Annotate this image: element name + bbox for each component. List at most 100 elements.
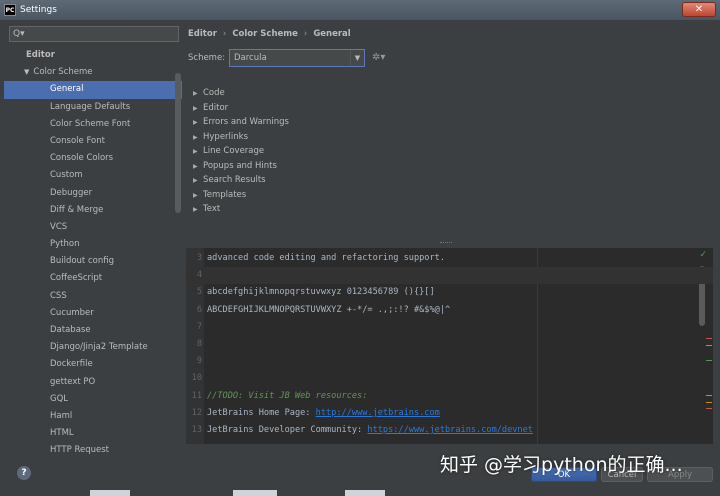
search-input[interactable]: Q▾ [9, 26, 179, 42]
tree-item-label: gettext PO [50, 376, 96, 387]
tree-item[interactable]: Python [4, 236, 182, 253]
tree-item[interactable]: Diff & Merge [4, 202, 182, 219]
tree-item[interactable]: CoffeeScript [4, 270, 182, 287]
tree-item-label: Haml [50, 410, 73, 421]
code-line: 11 //TODO: Visit JB Web resources: [186, 388, 713, 405]
code-line: 3 advanced code editing and refactoring s… [186, 250, 713, 267]
category-item[interactable]: ▶ Templates [193, 188, 289, 203]
watermark: 知乎 @学习python的正确... [440, 454, 683, 476]
tree-item[interactable]: ▼ Color Scheme [4, 64, 182, 81]
tree-item[interactable]: GQL [4, 391, 182, 408]
line-number: 13 [191, 425, 202, 435]
category-label: Hyperlinks [203, 131, 249, 142]
tree-item[interactable]: Color Scheme Font [4, 116, 182, 133]
category-label: Text [203, 204, 221, 214]
hyperlink[interactable]: http://www.jetbrains.com [316, 408, 440, 418]
line-number: 8 [196, 339, 202, 349]
tree-item-label: General [50, 84, 84, 95]
line-number: 12 [191, 407, 202, 418]
expand-triangle-icon: ▶ [193, 177, 198, 184]
tree-item-label: Console Font [50, 135, 105, 146]
tree-item[interactable]: Console Colors [4, 150, 182, 167]
tree-item[interactable]: Dockerfile [4, 356, 182, 373]
code-content: advanced code editing and refactoring su… [207, 253, 445, 263]
tree-item-label: Python [50, 239, 80, 250]
tree-item[interactable]: HTTP Request [4, 442, 182, 456]
taskbar-fragment [233, 490, 277, 496]
code-text: JetBrains Home Page: http://www.jetbrain… [207, 405, 440, 422]
category-label: Search Results [203, 175, 266, 185]
category-item[interactable]: ▶ Text [193, 202, 289, 217]
expand-triangle-icon: ▶ [193, 104, 198, 112]
tree-item[interactable]: VCS [4, 219, 182, 236]
expand-triangle-icon: ▶ [193, 148, 198, 155]
settings-sidebar: Q▾ Editor ▼ Color Scheme General Language De… [4, 23, 182, 456]
code-line: 12 JetBrains Home Page: http://www.jetbra… [186, 405, 713, 422]
gear-icon[interactable]: ✲▾ [372, 52, 385, 63]
tree-item-label: CSS [50, 290, 67, 301]
line-number: 5 [196, 287, 202, 298]
line-number: 9 [196, 356, 202, 367]
code-line: 7 [186, 319, 713, 336]
breadcrumb-general: General [313, 29, 351, 39]
category-label: Editor [203, 102, 229, 113]
sidebar-scrollbar[interactable] [175, 73, 181, 213]
category-item[interactable]: ▶ Line Coverage [193, 144, 289, 159]
tree-item-label: Language Defaults [50, 101, 131, 112]
tree-item-label: Django/Jinja2 Template [50, 342, 148, 353]
expand-caret-icon[interactable]: ▼ [24, 64, 29, 81]
code-text: abcdefghijklmnopqrstuvwxyz 0123456789 ()… [207, 284, 435, 301]
code-content: JetBrains Home Page: [207, 407, 316, 418]
splitter-handle[interactable] [440, 242, 452, 245]
title-bar: PC Settings ✕ [0, 0, 720, 20]
category-item[interactable]: ▶ Popups and Hints [193, 159, 289, 174]
code-line: 10 [186, 370, 713, 387]
tree-item[interactable]: Console Font [4, 133, 182, 150]
category-item[interactable]: ▶ Errors and Warnings [193, 115, 289, 130]
close-button[interactable]: ✕ [682, 2, 716, 17]
expand-triangle-icon: ▶ [193, 206, 198, 213]
category-item[interactable]: ▶ Search Results [193, 173, 289, 188]
tree-item[interactable]: Editor [4, 47, 182, 64]
category-item[interactable]: ▶ Editor [193, 101, 289, 116]
preview-editor[interactable]: ✓ 3 advanced code editing and refactoring… [186, 248, 713, 444]
code-line: 6 ABCDEFGHIJKLMNOPQRSTUVWXYZ +-*/= .,;:!?… [186, 302, 713, 319]
hyperlink[interactable]: https://www.jetbrains.com/devnet [367, 425, 533, 435]
code-line: 9 [186, 353, 713, 370]
tree-item[interactable]: Debugger [4, 185, 182, 202]
category-label: Code [203, 88, 225, 98]
tree-item[interactable]: gettext PO [4, 374, 182, 391]
tree-item[interactable]: HTML [4, 425, 182, 442]
settings-tree: Editor ▼ Color Scheme General Language Defau… [4, 47, 182, 456]
tree-item[interactable]: Cucumber [4, 305, 182, 322]
code-content: abcdefghijklmnopqrstuvwxyz 0123456789 ()… [207, 287, 435, 298]
code-line: 4 [186, 267, 713, 285]
scheme-dropdown[interactable]: Darcula ▼ [229, 49, 365, 67]
tree-item[interactable]: CSS [4, 288, 182, 305]
expand-triangle-icon: ▶ [193, 162, 198, 170]
category-label: Errors and Warnings [203, 117, 289, 127]
tree-item-label: Custom [50, 170, 83, 181]
category-item[interactable]: ▶ Code [193, 86, 289, 101]
breadcrumb: Editor › Color Scheme › General [188, 29, 351, 41]
tree-item[interactable]: Database [4, 322, 182, 339]
breadcrumb-color-scheme: Color Scheme [232, 29, 298, 39]
tree-item[interactable]: General [4, 81, 182, 99]
tree-item[interactable]: Haml [4, 408, 182, 425]
code-content: JetBrains Developer Community: [207, 425, 368, 435]
app-icon: PC [4, 4, 16, 16]
window-title: Settings [20, 5, 57, 15]
line-number: 6 [196, 304, 202, 315]
category-item[interactable]: ▶ Hyperlinks [193, 130, 289, 145]
chevron-down-icon: ▼ [350, 50, 364, 66]
code-text: advanced code editing and refactoring su… [207, 250, 445, 267]
help-button[interactable]: ? [17, 466, 31, 480]
code-content: //TODO: Visit JB Web resources: [207, 390, 368, 401]
tree-item[interactable]: Custom [4, 167, 182, 184]
tree-item-label: Color Scheme Font [50, 118, 131, 129]
tree-item[interactable]: Language Defaults [4, 99, 182, 116]
breadcrumb-editor: Editor [188, 29, 217, 39]
tree-item[interactable]: Buildout config [4, 253, 182, 270]
search-icon: Q▾ [13, 29, 25, 39]
tree-item[interactable]: Django/Jinja2 Template [4, 339, 182, 356]
